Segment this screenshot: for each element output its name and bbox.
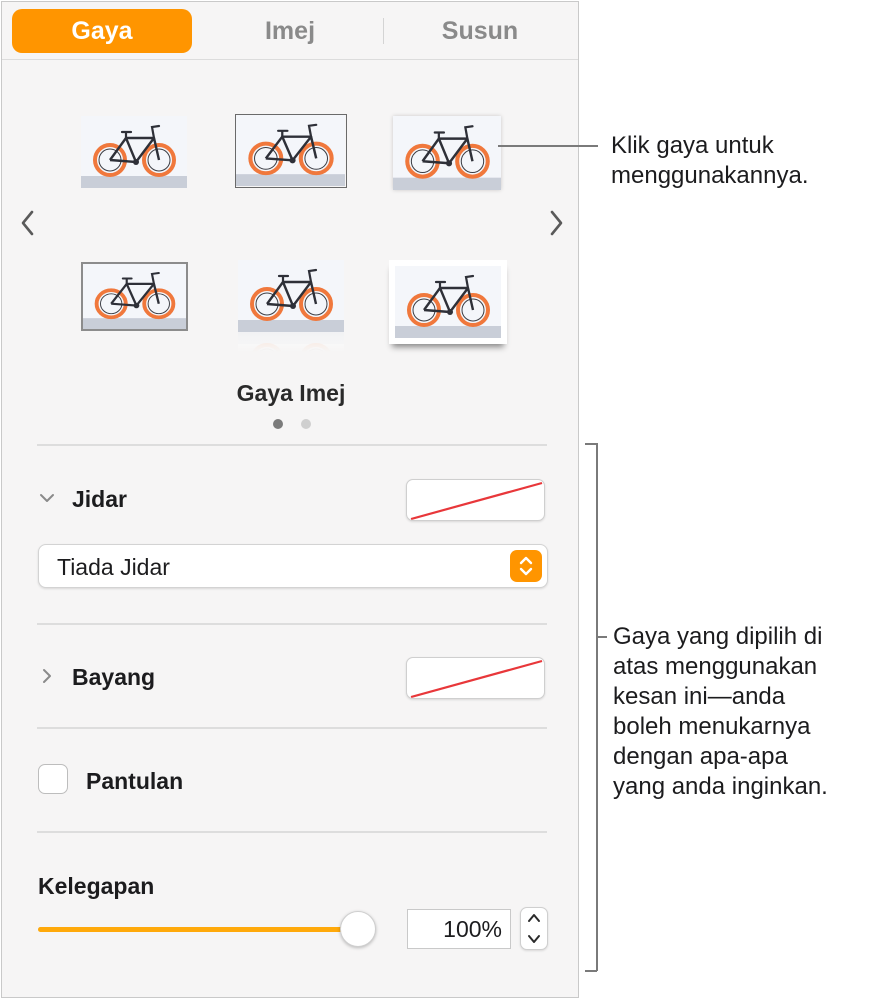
section-divider <box>37 727 547 729</box>
callout-effects-line-5: dengan apa-apa <box>613 743 788 770</box>
image-style-thumbnail-5[interactable] <box>238 260 344 352</box>
callout-effects-line-4: boleh menukarnya <box>613 713 811 740</box>
image-style-thumbnail-4[interactable] <box>81 262 188 331</box>
callout-bracket-bottom <box>585 970 597 972</box>
image-style-thumbnail-3[interactable] <box>393 116 501 190</box>
image-style-thumbnail-2[interactable] <box>235 114 347 188</box>
opacity-slider[interactable] <box>38 927 360 932</box>
section-divider <box>37 831 547 833</box>
callout-styles: Klik gaya untuk menggunakannya. <box>611 131 808 191</box>
callout-bracket-top <box>585 443 597 445</box>
opacity-slider-fill <box>38 927 360 932</box>
border-style-select[interactable]: Tiada Jidar <box>38 544 548 588</box>
image-style-thumbnail-1[interactable] <box>81 116 187 188</box>
callout-effects-line-1: Gaya yang dipilih di <box>613 623 823 650</box>
chevron-right-icon[interactable] <box>38 667 56 690</box>
shadow-color-swatch[interactable] <box>406 657 545 699</box>
format-inspector-panel: Gaya Imej Susun Gaya Imej Jidar Tiada Ji… <box>1 1 579 998</box>
reflection-checkbox[interactable] <box>38 764 68 794</box>
shadow-label[interactable]: Bayang <box>72 664 155 691</box>
section-divider <box>37 444 547 446</box>
select-stepper-icon <box>510 550 542 582</box>
callout-effects-line-3: kesan ini—anda <box>613 683 786 710</box>
callout-effects: Gaya yang dipilih di atas menggunakan ke… <box>613 622 828 802</box>
stepper-down-icon[interactable] <box>521 929 547 949</box>
tab-bar-divider <box>2 59 578 60</box>
tab-susun[interactable]: Susun <box>390 9 570 53</box>
callout-bracket-tick <box>597 636 607 638</box>
reflection-label: Pantulan <box>86 768 184 794</box>
tab-imej[interactable]: Imej <box>200 9 380 53</box>
border-style-value: Tiada Jidar <box>57 554 170 580</box>
callout-effects-line-6: yang anda inginkan. <box>613 773 828 800</box>
tab-divider <box>383 18 384 44</box>
callout-effects-line-2: atas menggunakan <box>613 653 818 680</box>
opacity-label: Kelegapan <box>38 873 155 899</box>
chevron-left-icon[interactable] <box>15 206 41 240</box>
border-color-swatch[interactable] <box>406 479 545 521</box>
callout-leader-line <box>498 145 598 147</box>
page-dot-2[interactable] <box>301 419 311 429</box>
callout-styles-line-1: Klik gaya untuk <box>611 132 774 159</box>
stepper-up-icon[interactable] <box>521 908 547 928</box>
page-dot-1[interactable] <box>273 419 283 429</box>
border-label[interactable]: Jidar <box>72 486 127 513</box>
callout-styles-line-2: menggunakannya. <box>611 162 809 189</box>
opacity-value-field[interactable]: 100% <box>407 909 511 949</box>
chevron-right-icon[interactable] <box>543 206 569 240</box>
tab-gaya[interactable]: Gaya <box>12 9 192 53</box>
callout-bracket <box>596 443 598 971</box>
image-style-thumbnail-6[interactable] <box>389 260 507 344</box>
opacity-slider-knob[interactable] <box>340 911 376 947</box>
inspector-tabs: Gaya Imej Susun <box>2 2 578 60</box>
opacity-stepper[interactable] <box>520 907 548 950</box>
section-divider <box>37 623 547 625</box>
chevron-down-icon[interactable] <box>38 489 56 512</box>
image-styles-caption: Gaya Imej <box>236 380 346 406</box>
